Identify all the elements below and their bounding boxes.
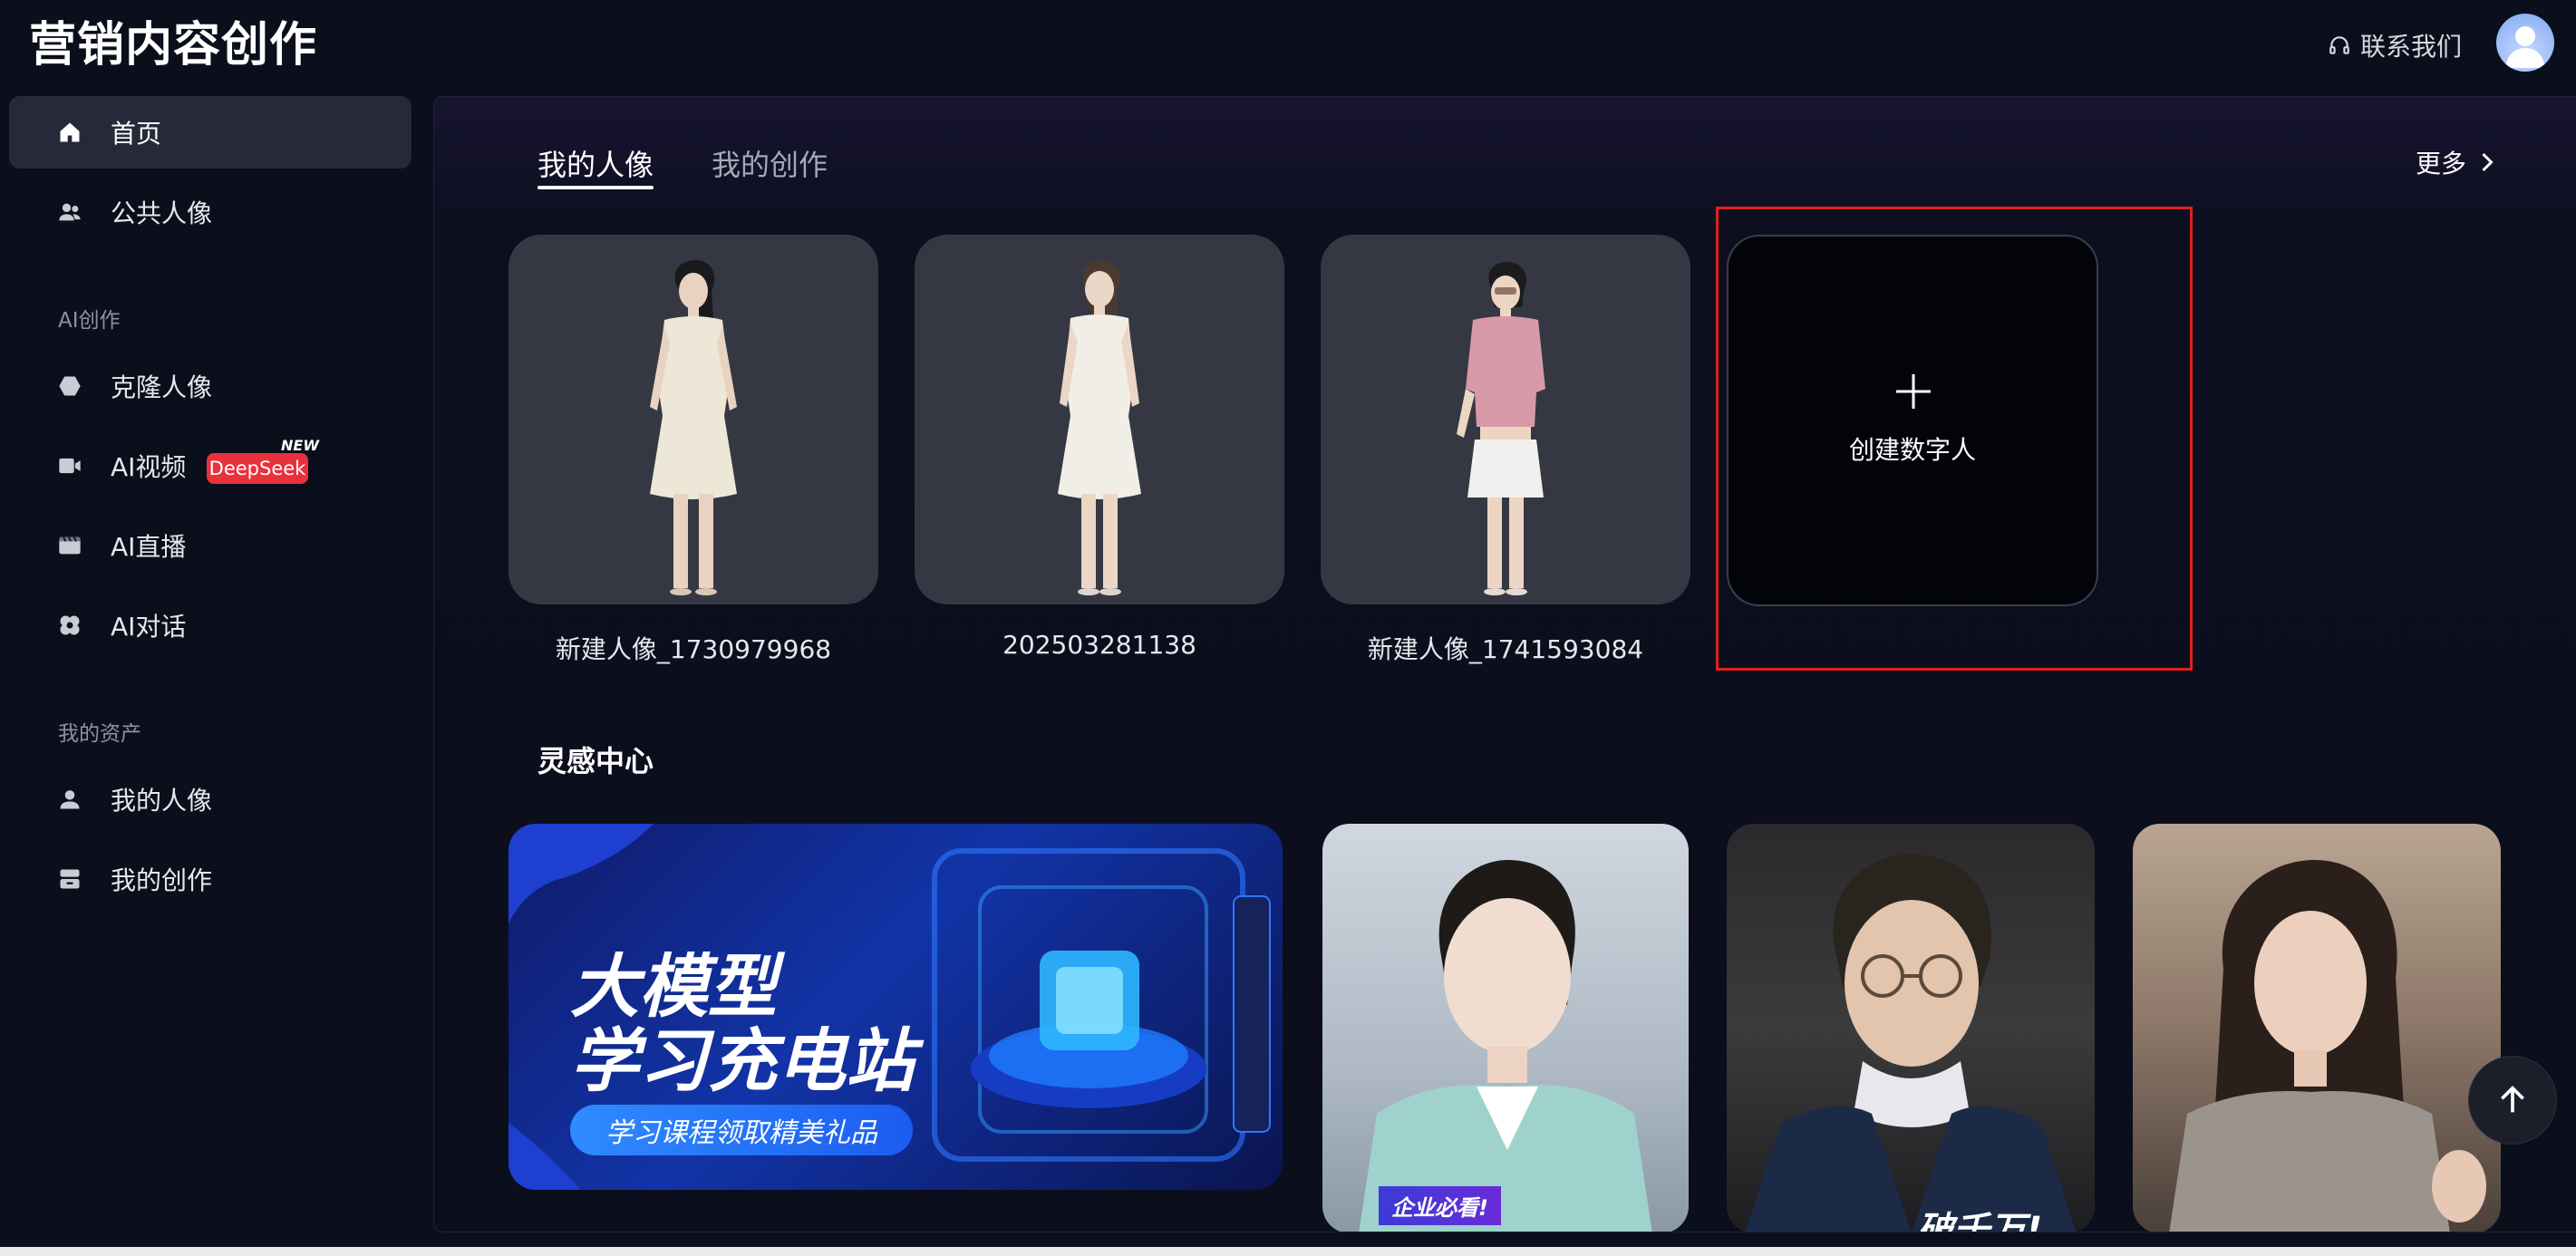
sidebar-item-label: AI对话 xyxy=(111,612,187,642)
chevron-right-icon xyxy=(2482,152,2494,172)
user-icon xyxy=(56,786,83,813)
sidebar-item-ai-chat[interactable]: AI对话 xyxy=(9,589,412,662)
sidebar: 首页 公共人像 AI创作 克隆人像 AI视频 DeepSeek NEW AI直播 xyxy=(0,91,426,1256)
portrait-card[interactable] xyxy=(508,235,878,604)
contact-us-link[interactable]: 联系我们 xyxy=(2328,25,2462,65)
portrait-figure xyxy=(1058,260,1141,595)
scroll-to-top-button[interactable] xyxy=(2468,1056,2557,1145)
users-icon xyxy=(56,198,83,226)
sidebar-item-ai-video[interactable]: AI视频 DeepSeek NEW xyxy=(9,430,412,502)
sidebar-item-my-creations[interactable]: 我的创作 xyxy=(9,843,412,915)
window-bottom-edge xyxy=(0,1247,2576,1256)
portrait-name: 202503281138 xyxy=(1002,630,1196,660)
sidebar-item-label: AI直播 xyxy=(111,532,187,562)
portrait-name: 新建人像_1741593084 xyxy=(1367,634,1644,664)
inspiration-video-card[interactable] xyxy=(2133,824,2501,1232)
main-panel: 我的人像 我的创作 更多 新建人像_1730979968 20250328113… xyxy=(433,96,2576,1232)
banner-cta-button[interactable]: 学习课程领取精美礼品 xyxy=(570,1105,913,1155)
sidebar-item-label: 公共人像 xyxy=(111,198,213,228)
inspiration-section-title: 灵感中心 xyxy=(537,744,654,778)
more-label: 更多 xyxy=(2416,149,2467,179)
sidebar-item-label: 我的人像 xyxy=(111,786,213,816)
sidebar-item-home[interactable]: 首页 xyxy=(9,96,412,169)
contact-us-label: 联系我们 xyxy=(2360,32,2463,62)
portrait-figure xyxy=(1457,262,1545,595)
deepseek-badge: DeepSeek NEW xyxy=(207,437,319,484)
inspiration-banner[interactable]: 大模型 学习充电站 学习课程领取精美礼品 xyxy=(508,824,1283,1190)
sidebar-item-label: 首页 xyxy=(111,119,162,149)
tab-my-creations[interactable]: 我的创作 xyxy=(712,142,828,184)
box-icon xyxy=(56,865,83,893)
top-bar: 营销内容创作 联系我们 xyxy=(0,0,2576,91)
tab-my-portraits[interactable]: 我的人像 xyxy=(537,142,654,184)
sidebar-item-label: 我的创作 xyxy=(111,865,213,895)
section-title-ai: AI创作 xyxy=(58,309,121,333)
presenter-image xyxy=(1359,860,1652,1232)
sidebar-item-ai-live[interactable]: AI直播 xyxy=(9,509,412,582)
banner-title-line2: 学习充电站 xyxy=(570,1020,915,1101)
badge-label: DeepSeek xyxy=(207,453,308,484)
sidebar-item-label: 克隆人像 xyxy=(111,372,213,402)
hexagon-icon xyxy=(56,372,83,400)
home-icon xyxy=(56,119,83,146)
app-logo[interactable]: 营销内容创作 xyxy=(29,16,317,74)
presenter-image xyxy=(2169,860,2486,1232)
portrait-card[interactable] xyxy=(1321,235,1690,604)
video-icon xyxy=(56,452,83,479)
portrait-name: 新建人像_1730979968 xyxy=(555,634,832,664)
sidebar-item-public-portraits[interactable]: 公共人像 xyxy=(9,176,412,248)
portrait-card[interactable] xyxy=(915,235,1284,604)
video-caption-tag: 企业必看! xyxy=(1379,1186,1501,1225)
clapperboard-icon xyxy=(56,532,83,559)
highlight-annotation-box xyxy=(1716,207,2193,671)
video-caption: 破千万! xyxy=(1917,1210,2043,1232)
inspiration-video-card[interactable]: 破千万! xyxy=(1727,824,2095,1232)
presenter-image xyxy=(1745,854,2077,1232)
inspiration-video-card[interactable]: 企业必看! xyxy=(1322,824,1689,1232)
active-tab-indicator xyxy=(537,186,654,189)
sidebar-item-my-portraits[interactable]: 我的人像 xyxy=(9,763,412,836)
new-tag: NEW xyxy=(281,437,319,454)
sidebar-item-clone-portrait[interactable]: 克隆人像 xyxy=(9,350,412,422)
sidebar-item-label: AI视频 xyxy=(111,452,187,482)
arrow-up-icon xyxy=(2501,1086,2524,1113)
more-link[interactable]: 更多 xyxy=(2416,144,2495,180)
section-title-assets: 我的资产 xyxy=(58,722,141,746)
user-avatar[interactable] xyxy=(2496,14,2554,72)
portrait-figure xyxy=(650,260,737,595)
dialog-icon xyxy=(56,612,83,639)
headset-icon xyxy=(2329,36,2349,54)
